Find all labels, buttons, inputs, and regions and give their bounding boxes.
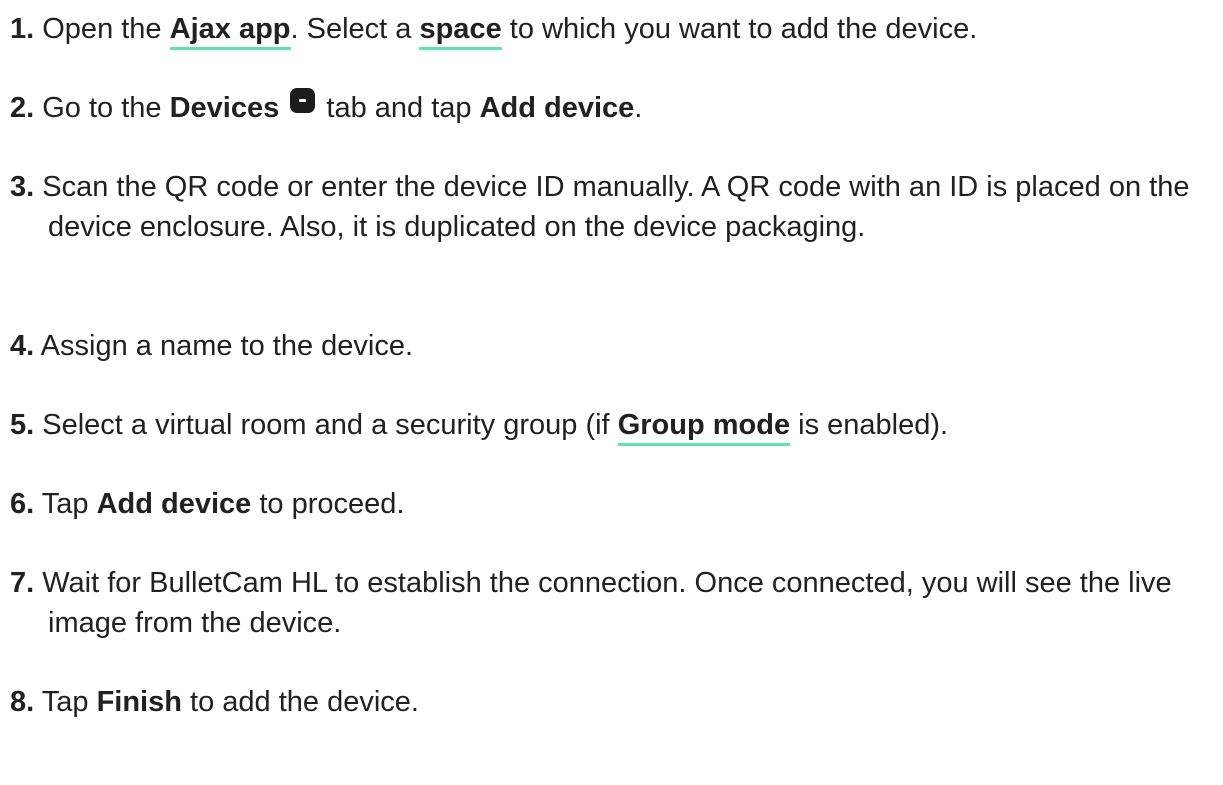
- step-4: 4. Assign a name to the device.: [10, 326, 1200, 366]
- step-8: 8. Tap Finish to add the device.: [10, 682, 1200, 722]
- step-text: Assign a name to the device.: [40, 330, 414, 362]
- step-6: 6. Tap Add device to proceed.: [10, 484, 1200, 524]
- step-text: .: [634, 92, 643, 124]
- add-device-label: Add device: [96, 488, 252, 520]
- step-number: 4.: [10, 330, 35, 362]
- step-text: is enabled).: [790, 409, 949, 441]
- step-text: . Select a: [290, 13, 420, 45]
- step-7: 7. Wait for BulletCam HL to establish th…: [10, 563, 1200, 643]
- step-number: 3.: [10, 171, 35, 203]
- finish-label: Finish: [96, 686, 182, 718]
- step-number: 2.: [10, 92, 35, 124]
- step-number: 7.: [10, 567, 35, 599]
- step-3: 3. Scan the QR code or enter the device …: [10, 167, 1200, 247]
- add-device-label: Add device: [479, 92, 635, 124]
- step-number: 1.: [10, 13, 35, 45]
- step-text: tab and tap: [318, 92, 480, 124]
- step-1: 1. Open the Ajax app. Select a space to …: [10, 9, 1200, 50]
- step-text: Go to the: [42, 92, 170, 124]
- step-text: Select a virtual room and a security gro…: [42, 409, 618, 441]
- step-number: 6.: [10, 488, 35, 520]
- step-text: to which you want to add the device.: [501, 13, 978, 45]
- step-text: Scan the QR code or enter the device ID …: [42, 171, 1190, 243]
- space-link[interactable]: space: [419, 13, 502, 50]
- step-2: 2. Go to the Devices tab and tap Add dev…: [10, 88, 1200, 128]
- step-number: 5.: [10, 409, 35, 441]
- step-text: to add the device.: [181, 686, 419, 718]
- devices-tab-icon: [290, 88, 316, 113]
- step-5: 5. Select a virtual room and a security …: [10, 405, 1200, 446]
- step-text: Tap: [41, 686, 97, 718]
- step-text: Wait for BulletCam HL to establish the c…: [42, 567, 1172, 639]
- ajax-app-link[interactable]: Ajax app: [169, 13, 291, 50]
- step-number: 8.: [10, 686, 35, 718]
- step-text: Tap: [41, 488, 97, 520]
- step-text: Open the: [42, 13, 170, 45]
- group-mode-link[interactable]: Group mode: [617, 409, 791, 446]
- devices-label: Devices: [169, 92, 280, 124]
- step-text: to proceed.: [251, 488, 405, 520]
